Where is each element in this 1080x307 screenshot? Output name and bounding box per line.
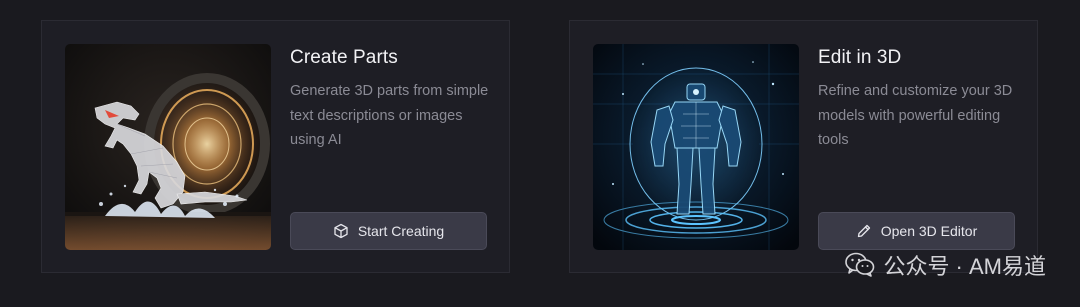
start-creating-button[interactable]: Start Creating — [290, 212, 487, 250]
page: Create Parts Generate 3D parts from simp… — [0, 0, 1080, 307]
wechat-icon — [845, 252, 875, 278]
start-creating-label: Start Creating — [357, 223, 445, 239]
create-parts-card: Create Parts Generate 3D parts from simp… — [41, 20, 510, 273]
cube-icon — [333, 223, 349, 239]
wechat-watermark: 公众号 · AM易道 — [845, 249, 1046, 281]
create-parts-description: Generate 3D parts from simple text descr… — [290, 83, 489, 148]
edit-in-3d-card: Edit in 3D Refine and customize your 3D … — [569, 20, 1038, 273]
pencil-icon — [856, 223, 872, 239]
edit-in-3d-title: Edit in 3D — [818, 47, 902, 68]
holographic-robot-image — [593, 44, 799, 250]
open-3d-editor-label: Open 3D Editor — [880, 223, 978, 239]
edit-in-3d-description: Refine and customize your 3D models with… — [818, 83, 1013, 148]
dinosaur-portal-image — [65, 44, 271, 250]
create-parts-title: Create Parts — [290, 47, 398, 68]
watermark-text: 公众号 · AM易道 — [883, 254, 1046, 279]
open-3d-editor-button[interactable]: Open 3D Editor — [818, 212, 1015, 250]
